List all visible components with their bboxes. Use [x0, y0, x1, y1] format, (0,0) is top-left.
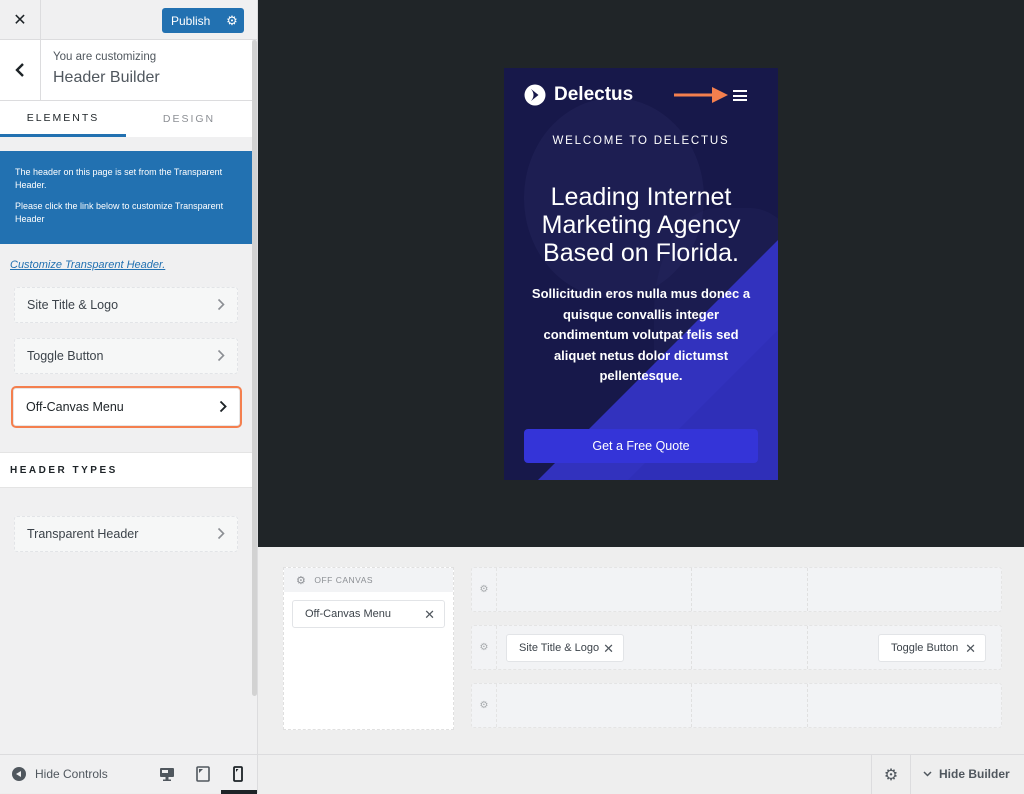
header-builder-panel: ⚙ OFF CANVAS Off-Canvas Menu ✕ ⚙ ⚙ Site … — [258, 547, 1024, 754]
chevron-right-icon — [219, 400, 227, 413]
menu-toggle-hamburger-icon[interactable] — [733, 90, 747, 101]
publish-settings-gear-icon[interactable]: ⚙ — [220, 13, 244, 29]
header-type-transparent[interactable]: Transparent Header — [14, 516, 238, 552]
chevron-right-icon — [217, 527, 225, 540]
customizing-header: You are customizing Header Builder — [0, 40, 252, 101]
column-divider — [807, 684, 808, 727]
column-divider — [691, 684, 692, 727]
close-icon: ✕ — [13, 12, 27, 29]
builder-chip-site-title-logo[interactable]: Site Title & Logo ✕ — [506, 634, 624, 662]
brand-name: Delectus — [554, 84, 634, 105]
publish-button[interactable]: Publish ⚙ — [162, 8, 244, 33]
paragraph-line: pellentesque. — [599, 368, 683, 383]
headline-line: Marketing Agency — [541, 211, 741, 239]
headline-line: Leading Internet — [550, 183, 732, 211]
tab-design[interactable]: DESIGN — [126, 101, 252, 137]
row-settings-gear-icon[interactable]: ⚙ — [472, 626, 497, 669]
builder-row-bottom[interactable]: ⚙ — [471, 683, 1002, 728]
annotation-arrow-icon — [674, 87, 728, 103]
site-preview: Delectus WELCOME TO DELECTUS Leading Int… — [258, 0, 1024, 547]
mobile-preview-frame: Delectus WELCOME TO DELECTUS Leading Int… — [504, 68, 778, 480]
header-type-label: Transparent Header — [27, 527, 139, 541]
mobile-device-icon[interactable] — [229, 765, 247, 783]
hide-builder-label: Hide Builder — [939, 767, 1010, 781]
hero-eyebrow: WELCOME TO DELECTUS — [552, 135, 730, 147]
builder-row-main[interactable]: ⚙ Site Title & Logo ✕ Toggle Button ✕ — [471, 625, 1002, 670]
remove-item-close-icon[interactable]: ✕ — [424, 607, 435, 623]
hide-controls-button[interactable]: Hide Controls — [12, 767, 108, 781]
chevron-down-icon — [923, 771, 932, 777]
hero-headline: Leading Internet Marketing Agency Based … — [504, 183, 778, 267]
off-canvas-settings-gear-icon[interactable]: ⚙ — [296, 574, 306, 587]
delectus-logo-icon — [524, 84, 546, 106]
column-divider — [691, 568, 692, 611]
column-divider — [691, 626, 692, 669]
customizer-sidebar: ✕ Publish ⚙ You are customizing Header B… — [0, 0, 258, 794]
desktop-device-icon[interactable] — [158, 765, 176, 783]
customizing-title: Header Builder — [53, 69, 160, 86]
paragraph-line: quisque convallis integer — [562, 306, 720, 322]
customizing-label: You are customizing — [53, 51, 157, 63]
publish-label: Publish — [171, 13, 211, 28]
header-types-heading: HEADER TYPES — [0, 452, 252, 488]
builder-row-top[interactable]: ⚙ — [471, 567, 1002, 612]
row-settings-gear-icon[interactable]: ⚙ — [472, 684, 497, 727]
sidebar-tabs: ELEMENTS DESIGN — [0, 101, 252, 137]
element-toggle-button[interactable]: Toggle Button — [14, 338, 238, 374]
chevron-right-icon — [217, 298, 225, 311]
hide-controls-label: Hide Controls — [35, 767, 108, 781]
notice-line-2: Please click the link below to customize… — [15, 201, 224, 224]
notice-line-1: The header on this page is set from the … — [15, 167, 223, 190]
row-settings-gear-icon[interactable]: ⚙ — [472, 568, 497, 611]
chip-label: Off-Canvas Menu — [305, 608, 392, 620]
element-off-canvas-menu[interactable]: Off-Canvas Menu — [11, 386, 242, 428]
chip-label: Toggle Button — [891, 642, 959, 654]
back-button[interactable] — [0, 40, 41, 100]
hero-paragraph: Sollicitudin eros nulla mus donec a quis… — [518, 284, 764, 387]
active-device-indicator — [221, 790, 257, 794]
remove-item-close-icon[interactable]: ✕ — [965, 641, 976, 657]
sidebar-topbar: ✕ Publish ⚙ — [0, 0, 257, 40]
off-canvas-header: ⚙ OFF CANVAS — [284, 568, 453, 592]
paragraph-line: condimentum volutpat felis sed — [543, 327, 739, 342]
close-customizer-button[interactable]: ✕ — [0, 0, 41, 40]
tab-elements[interactable]: ELEMENTS — [0, 101, 126, 137]
element-label: Toggle Button — [27, 349, 104, 363]
element-label: Off-Canvas Menu — [26, 400, 124, 414]
paragraph-line: aliquet netus dolor dictumst — [553, 347, 729, 363]
off-canvas-title: OFF CANVAS — [314, 575, 374, 585]
column-divider — [807, 568, 808, 611]
builder-chip-off-canvas-menu[interactable]: Off-Canvas Menu ✕ — [292, 600, 445, 628]
chip-label: Site Title & Logo — [519, 642, 600, 654]
element-site-title-logo[interactable]: Site Title & Logo — [14, 287, 238, 323]
column-divider — [807, 626, 808, 669]
get-a-free-quote-button[interactable]: Get a Free Quote — [524, 429, 758, 463]
site-brand[interactable]: Delectus — [524, 84, 633, 106]
customize-transparent-header-link[interactable]: Customize Transparent Header. — [10, 259, 165, 271]
chevron-left-icon — [15, 63, 24, 77]
headline-line: Based on Florida. — [543, 239, 739, 267]
element-label: Site Title & Logo — [27, 298, 119, 312]
off-canvas-area[interactable]: ⚙ OFF CANVAS Off-Canvas Menu ✕ — [283, 567, 454, 730]
transparent-header-notice: The header on this page is set from the … — [0, 151, 252, 244]
builder-settings-gear-icon[interactable]: ⚙ — [871, 755, 911, 794]
builder-chip-toggle-button[interactable]: Toggle Button ✕ — [878, 634, 986, 662]
paragraph-line: Sollicitudin eros nulla mus donec a — [531, 286, 751, 301]
builder-footer: ⚙ Hide Builder — [258, 754, 1024, 794]
chevron-right-icon — [217, 349, 225, 362]
remove-item-close-icon[interactable]: ✕ — [603, 641, 614, 657]
collapse-arrow-icon — [12, 767, 26, 781]
hide-builder-button[interactable]: Hide Builder — [923, 767, 1010, 781]
sidebar-footer: Hide Controls — [0, 754, 257, 794]
tablet-device-icon[interactable] — [194, 765, 212, 783]
sidebar-scrollbar[interactable] — [252, 40, 257, 696]
